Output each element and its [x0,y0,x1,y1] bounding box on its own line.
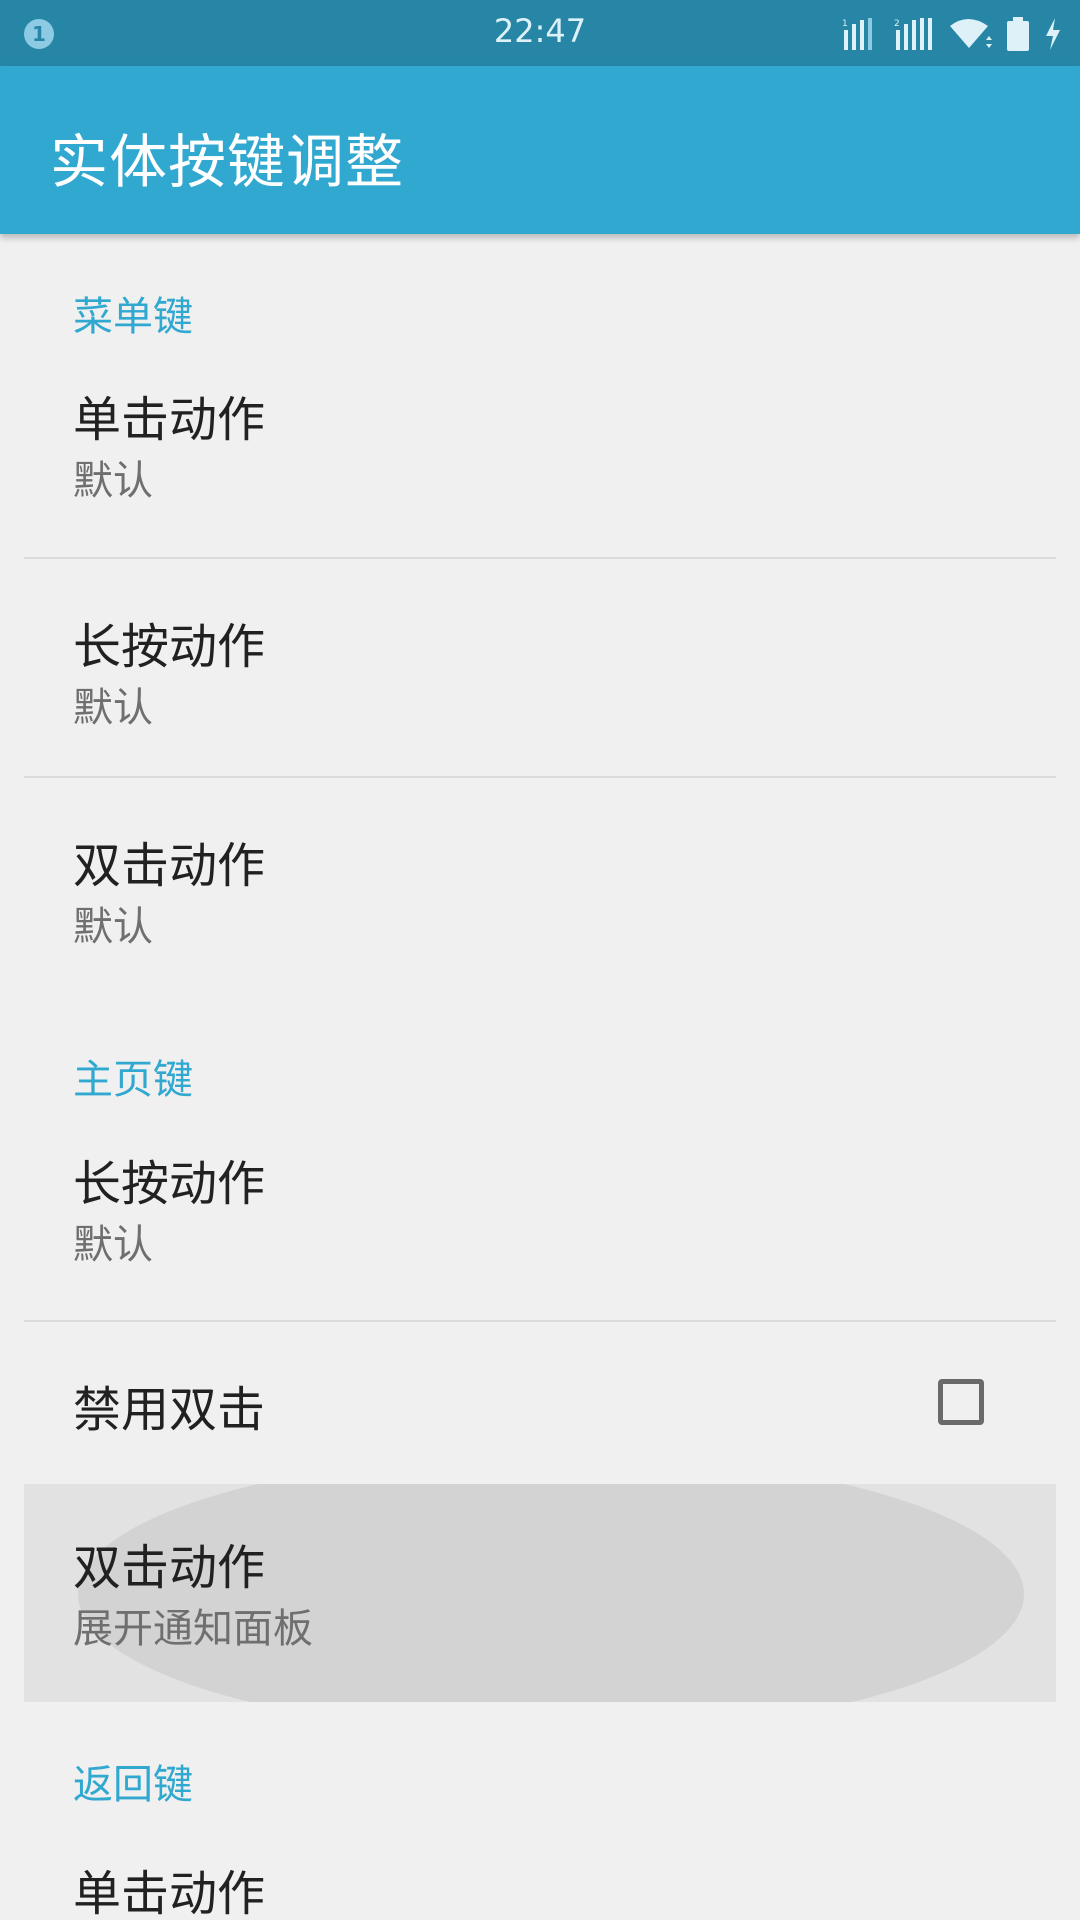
pref-title: 双击动作 [73,1540,266,1596]
menu-key-long-press-item[interactable]: 长按动作 默认 [24,559,1056,776]
app-bar: 实体按键调整 [0,66,1080,234]
wifi-icon [950,19,992,48]
svg-text:2: 2 [894,19,900,29]
pref-title: 长按动作 [73,1156,266,1212]
charging-icon [1046,18,1060,50]
pref-title: 长按动作 [73,619,266,675]
pref-summary: 展开通知面板 [73,1606,313,1652]
battery-icon [1007,17,1029,51]
home-key-long-press-item[interactable]: 长按动作 默认 [24,1104,1056,1320]
pref-summary: 默认 [73,458,153,504]
back-key-single-tap-item[interactable]: 单击动作 [24,1814,1056,1920]
pref-title: 禁用双击 [73,1382,266,1438]
pref-title: 双击动作 [73,838,266,894]
page-title: 实体按键调整 [50,128,405,196]
pref-summary: 默认 [73,904,153,950]
section-header-home-key: 主页键 [73,1057,193,1103]
pref-summary: 默认 [73,1222,153,1268]
status-bar: 1 22:47 1 2 [0,0,1080,66]
menu-key-single-tap-item[interactable]: 单击动作 默认 [24,334,1056,504]
pref-title: 单击动作 [73,1866,266,1920]
svg-text:1: 1 [842,19,848,29]
settings-list[interactable]: 菜单键 单击动作 默认 长按动作 默认 双击动作 默认 主页键 长按动作 默认 … [0,234,1080,1920]
sim1-signal-icon: 1 [842,18,872,50]
menu-key-double-tap-item[interactable]: 双击动作 默认 [24,778,1056,998]
status-icons: 1 2 [842,16,1062,52]
section-header-back-key: 返回键 [73,1762,193,1808]
home-key-double-tap-item[interactable]: 双击动作 展开通知面板 [24,1484,1056,1702]
pref-summary: 默认 [73,685,153,731]
pref-title: 单击动作 [73,392,266,448]
sim2-signal-icon: 2 [894,18,932,50]
home-key-disable-double-tap-item[interactable]: 禁用双击 [24,1322,1056,1484]
disable-double-tap-checkbox[interactable] [938,1379,984,1425]
